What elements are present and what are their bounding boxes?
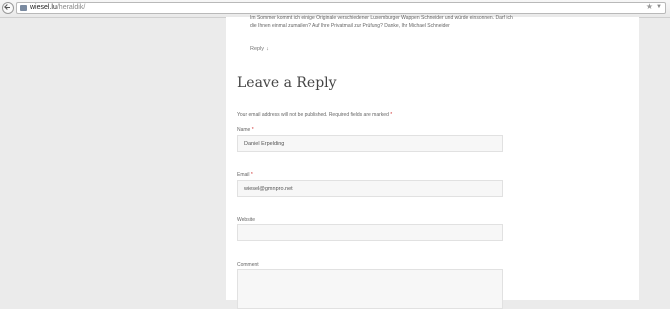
comment-text: Im Sommer kommt ich einige Originale ver… [250, 15, 513, 29]
comment-label: Comment [237, 262, 259, 268]
name-required-mark: * [251, 127, 254, 133]
bookmark-star-icon[interactable]: ★ [646, 2, 653, 12]
notes-text: Your email address will not be published… [237, 112, 391, 118]
name-field[interactable] [237, 135, 503, 152]
name-label: Name * [237, 127, 254, 133]
comment-notes: Your email address will not be published… [237, 112, 392, 118]
back-button[interactable] [2, 2, 14, 14]
url-text[interactable]: wiesel.lu/heraldik/ [30, 3, 85, 13]
website-label: Website [237, 217, 255, 223]
required-mark: * [390, 112, 393, 118]
email-label-text: Email [237, 172, 251, 178]
page-content: Im Sommer kommt ich einige Originale ver… [226, 15, 639, 309]
url-host: wiesel.lu [30, 4, 57, 11]
email-required-mark: * [250, 172, 253, 178]
reply-label: Reply [250, 46, 265, 52]
site-identity-icon[interactable] [20, 5, 27, 11]
reply-arrow-icon: ↓ [266, 46, 269, 52]
email-label: Email * [237, 172, 253, 178]
comment-textarea[interactable] [237, 269, 503, 309]
name-label-text: Name [237, 127, 252, 133]
reply-heading: Leave a Reply [237, 75, 337, 91]
website-field[interactable] [237, 224, 503, 241]
reply-link[interactable]: Reply ↓ [250, 46, 269, 52]
history-dropdown-icon[interactable]: ▼ [656, 2, 662, 12]
email-field[interactable] [237, 180, 503, 197]
url-path: /heraldik/ [56, 4, 86, 11]
address-bar[interactable]: wiesel.lu/heraldik/ ★ ▼ [16, 2, 666, 14]
